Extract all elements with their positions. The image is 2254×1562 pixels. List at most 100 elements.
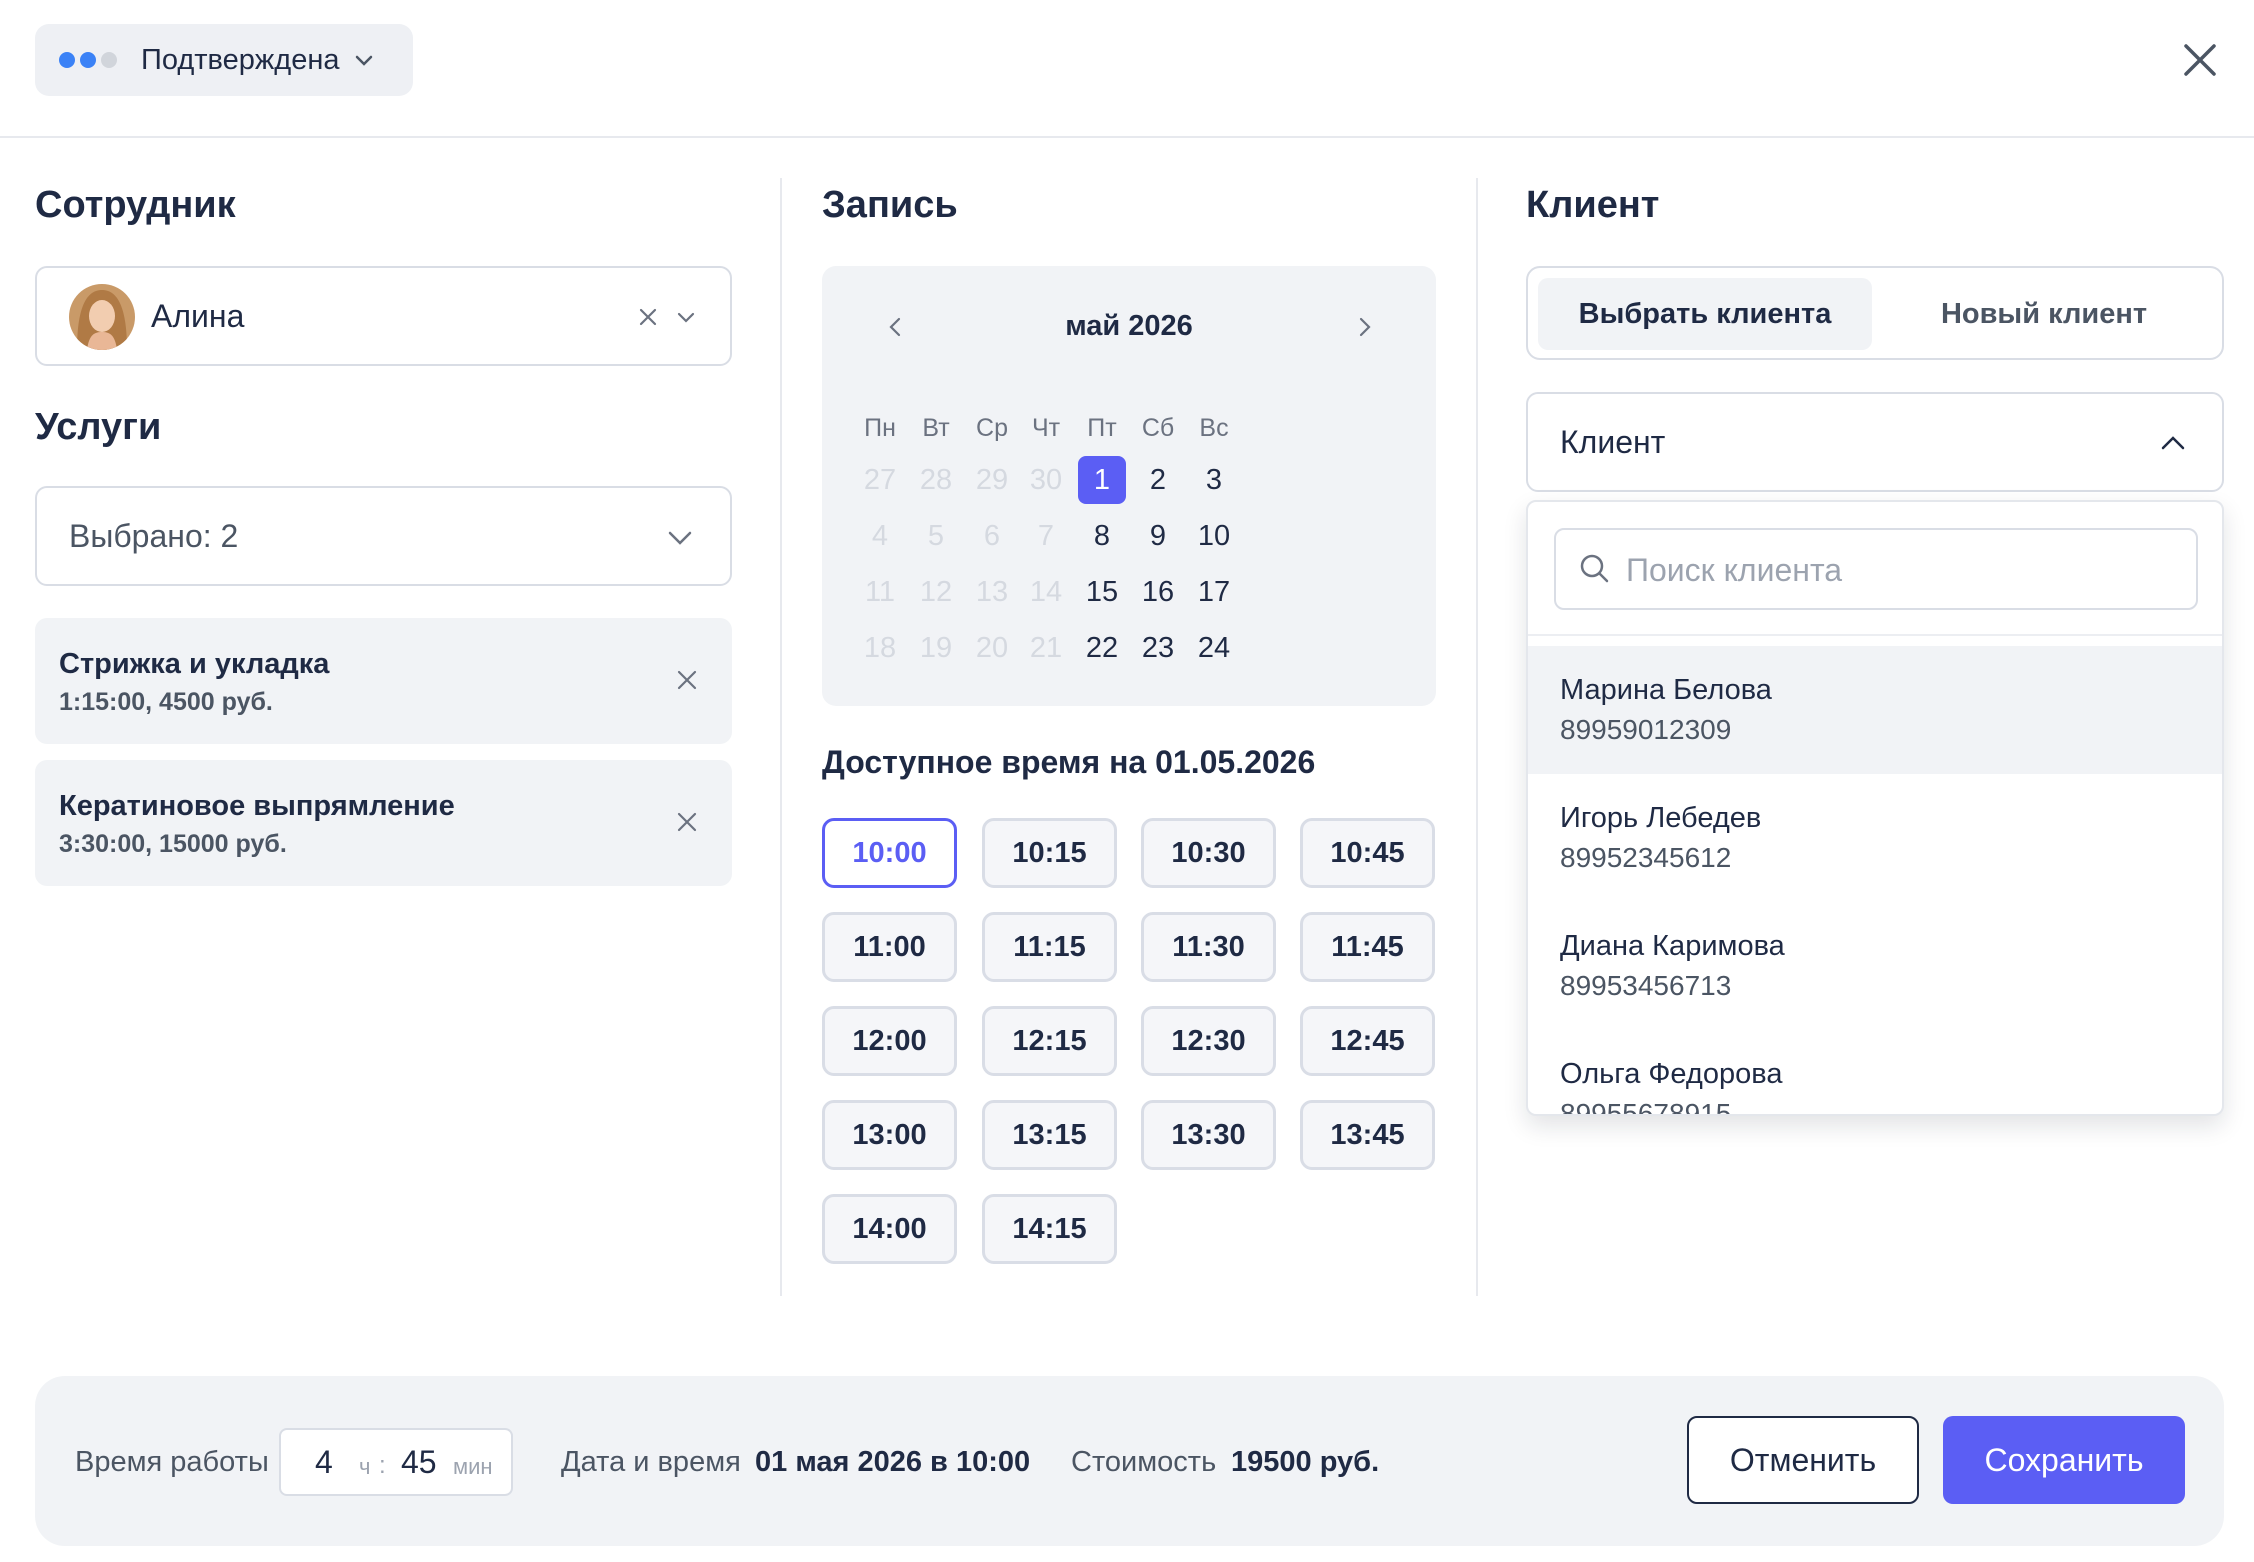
- calendar-day-disabled: 28: [919, 464, 953, 496]
- calendar-day[interactable]: 22: [1072, 624, 1132, 672]
- client-phone: 89955678915: [1560, 1098, 1732, 1116]
- duration-hours[interactable]: 4: [315, 1444, 333, 1481]
- time-slot[interactable]: 13:15: [982, 1100, 1117, 1170]
- footer-bar: Время работы 4 ч : 45 мин Дата и время 0…: [35, 1376, 2224, 1546]
- client-name: Марина Белова: [1560, 674, 1772, 706]
- calendar-day-disabled: 19: [919, 632, 953, 664]
- client-mode-tabs: Выбрать клиента Новый клиент: [1526, 266, 2224, 360]
- save-button[interactable]: Сохранить: [1943, 1416, 2185, 1504]
- client-search-input[interactable]: [1626, 546, 2186, 594]
- time-slot[interactable]: 13:00: [822, 1100, 957, 1170]
- time-slot[interactable]: 14:15: [982, 1194, 1117, 1264]
- time-slot[interactable]: 12:00: [822, 1006, 957, 1076]
- duration-input[interactable]: 4 ч : 45 мин: [279, 1428, 513, 1496]
- calendar-day[interactable]: 23: [1128, 624, 1188, 672]
- time-slot[interactable]: 10:45: [1300, 818, 1435, 888]
- time-slot[interactable]: 13:45: [1300, 1100, 1435, 1170]
- client-list-item[interactable]: Игорь Лебедев 89952345612: [1528, 774, 2222, 902]
- calendar-day[interactable]: 24: [1184, 624, 1244, 672]
- client-field-label: Клиент: [1560, 424, 1666, 460]
- cost-label: Стоимость: [1071, 1446, 1217, 1478]
- services-select[interactable]: Выбрано: 2: [35, 486, 732, 586]
- datetime-value: 01 мая 2026 в 10:00: [755, 1446, 1031, 1478]
- client-phone: 89959012309: [1560, 714, 1732, 745]
- weekday-label: Чт: [1031, 414, 1061, 442]
- client-phone: 89953456713: [1560, 970, 1732, 1001]
- calendar-day[interactable]: 16: [1128, 568, 1188, 616]
- calendar-day-disabled: 7: [1037, 520, 1055, 552]
- client-search-box: [1554, 528, 2198, 610]
- calendar-month: май 2026: [1065, 310, 1193, 342]
- client-list-item[interactable]: Ольга Федорова 89955678915: [1528, 1030, 2222, 1116]
- client-name: Диана Каримова: [1560, 930, 1785, 962]
- close-icon[interactable]: [2180, 40, 2220, 80]
- time-slot[interactable]: 11:30: [1141, 912, 1276, 982]
- calendar-day[interactable]: 3: [1184, 456, 1244, 504]
- weekday-label: Вс: [1199, 414, 1229, 442]
- time-slot[interactable]: 10:15: [982, 818, 1117, 888]
- dropdown-divider: [1528, 634, 2222, 636]
- available-time-title: Доступное время на 01.05.2026: [822, 744, 1316, 780]
- clear-icon[interactable]: [637, 306, 659, 328]
- column-divider: [780, 178, 782, 1296]
- tab-new-client[interactable]: Новый клиент: [1872, 278, 2216, 350]
- duration-minutes[interactable]: 45: [401, 1444, 437, 1481]
- client-name: Игорь Лебедев: [1560, 802, 1762, 834]
- chevron-down-icon[interactable]: [675, 306, 697, 328]
- search-icon: [1580, 554, 1609, 583]
- client-select[interactable]: Клиент: [1526, 392, 2224, 492]
- calendar-day[interactable]: 8: [1072, 512, 1132, 560]
- cost-value: 19500 руб.: [1231, 1446, 1380, 1478]
- time-slot[interactable]: 11:45: [1300, 912, 1435, 982]
- weekday-label: Ср: [976, 414, 1008, 442]
- calendar-day[interactable]: 15: [1072, 568, 1132, 616]
- time-slot[interactable]: 14:00: [822, 1194, 957, 1264]
- duration-minutes-unit: мин: [453, 1454, 493, 1479]
- weekday-label: Сб: [1141, 414, 1175, 442]
- calendar-day[interactable]: 2: [1128, 456, 1188, 504]
- calendar-day[interactable]: 17: [1184, 568, 1244, 616]
- time-slot[interactable]: 10:30: [1141, 818, 1276, 888]
- calendar-day-disabled: 18: [863, 632, 897, 664]
- time-slot[interactable]: 12:30: [1141, 1006, 1276, 1076]
- status-dots-icon: [59, 52, 117, 68]
- calendar-day-disabled: 6: [983, 520, 1001, 552]
- avatar: [69, 284, 135, 350]
- calendar-day-disabled: 13: [975, 576, 1009, 608]
- calendar-day-disabled: 5: [927, 520, 945, 552]
- time-slot[interactable]: 10:00: [822, 818, 957, 888]
- weekday-label: Пт: [1087, 414, 1117, 442]
- client-dropdown: Марина Белова 89959012309 Игорь Лебедев 899…: [1526, 500, 2224, 1116]
- time-slot[interactable]: 12:45: [1300, 1006, 1435, 1076]
- calendar-day-disabled: 11: [864, 576, 896, 608]
- client-list-item[interactable]: Марина Белова 89959012309: [1528, 646, 2222, 774]
- time-slot[interactable]: 11:00: [822, 912, 957, 982]
- calendar-day-disabled: 20: [975, 632, 1009, 664]
- chevron-down-icon: [356, 55, 373, 66]
- time-slot[interactable]: 13:30: [1141, 1100, 1276, 1170]
- tab-select-client[interactable]: Выбрать клиента: [1538, 278, 1872, 350]
- employee-select[interactable]: Алина: [35, 266, 732, 366]
- service-item: Стрижка и укладка 1:15:00, 4500 руб.: [35, 618, 732, 744]
- calendar-day[interactable]: 1: [1078, 456, 1126, 504]
- service-name: Стрижка и укладка: [59, 648, 330, 680]
- duration-separator: :: [379, 1452, 386, 1479]
- booking-section-title: Запись: [822, 184, 958, 226]
- services-section-title: Услуги: [35, 406, 162, 448]
- remove-icon[interactable]: [675, 810, 699, 834]
- status-dropdown[interactable]: Подтверждена: [35, 24, 413, 96]
- work-time-label: Время работы: [75, 1446, 269, 1478]
- client-list-item[interactable]: Диана Каримова 89953456713: [1528, 902, 2222, 1030]
- chevron-right-icon[interactable]: [1350, 312, 1380, 342]
- client-phone: 89952345612: [1560, 842, 1732, 873]
- duration-hours-unit: ч: [359, 1454, 371, 1479]
- calendar: май 2026 Пн Вт Ср Чт Пт Сб Вс 27 28 29 30 1 2 3 4 5 6 7 8 9…: [822, 266, 1436, 706]
- time-slot[interactable]: 12:15: [982, 1006, 1117, 1076]
- time-slot[interactable]: 11:15: [982, 912, 1117, 982]
- header-divider: [0, 136, 2254, 138]
- remove-icon[interactable]: [675, 668, 699, 692]
- calendar-day[interactable]: 10: [1184, 512, 1244, 560]
- chevron-down-icon: [668, 531, 692, 545]
- cancel-button[interactable]: Отменить: [1687, 1416, 1919, 1504]
- calendar-day[interactable]: 9: [1128, 512, 1188, 560]
